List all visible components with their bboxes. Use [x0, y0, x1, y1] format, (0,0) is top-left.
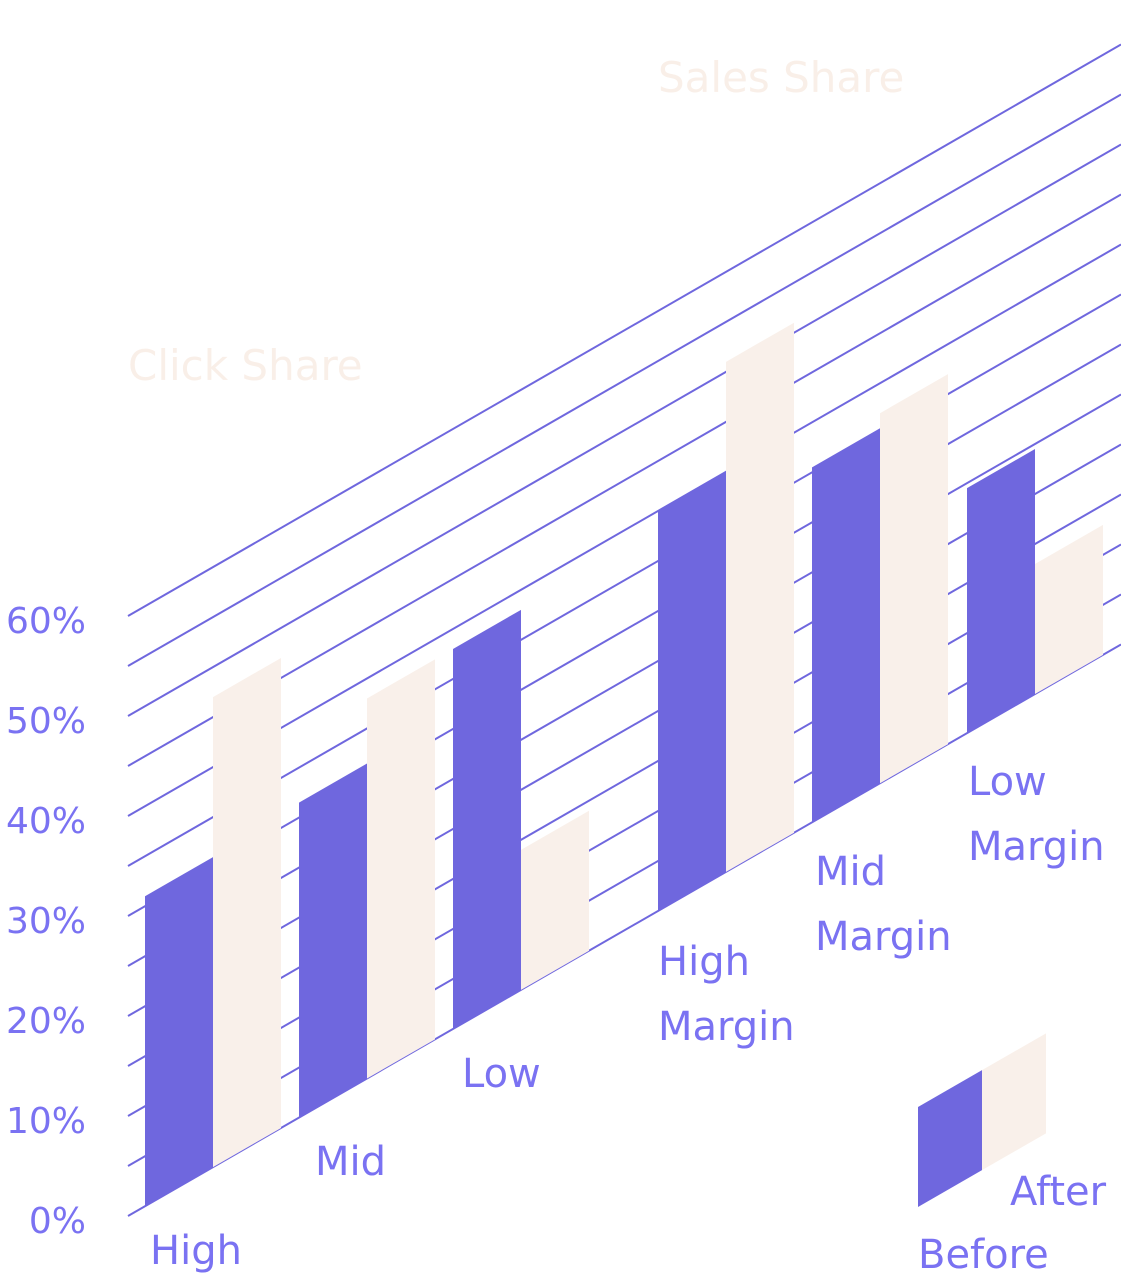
category-label: Margin	[815, 914, 952, 960]
bar-mid-after	[367, 659, 435, 1079]
legend-swatch-before	[918, 1070, 982, 1207]
category-labels: High Mid Low High Margin Mid Margin Low Margin	[150, 759, 1105, 1274]
legend-swatch-after	[982, 1033, 1046, 1171]
category-label: Low	[968, 759, 1047, 805]
category-label: High	[150, 1228, 242, 1274]
bar-high-margin-after	[726, 322, 794, 872]
isometric-bar-chart: 0% 10% 20% 30% 40% 50% 60% High Mid Low High Margi…	[6, 43, 1121, 1278]
bar-high-after	[213, 657, 281, 1168]
category-label: Mid	[315, 1139, 386, 1185]
category-label: High	[658, 939, 750, 985]
y-tick-label: 60%	[6, 601, 86, 642]
y-tick-label: 50%	[6, 701, 86, 742]
legend-label-after: After	[1010, 1169, 1107, 1215]
bar-mid-before	[299, 763, 367, 1118]
category-label: Low	[462, 1051, 541, 1097]
y-tick-label: 0%	[29, 1201, 86, 1242]
bar-low-before	[453, 609, 521, 1029]
y-tick-label: 30%	[6, 901, 86, 942]
panel-title-sales-share: Sales Share	[658, 53, 904, 102]
y-tick-label: 20%	[6, 1001, 86, 1042]
bar-low-margin-before	[967, 449, 1035, 734]
category-label: Margin	[658, 1004, 795, 1050]
bar-low-margin-after	[1035, 524, 1103, 695]
panel-title-click-share: Click Share	[128, 341, 363, 390]
legend-label-before: Before	[918, 1232, 1049, 1278]
legend: After Before	[918, 1033, 1107, 1278]
y-tick-label: 10%	[6, 1101, 86, 1142]
category-label: Mid	[815, 849, 886, 895]
bar-high-before	[145, 857, 213, 1207]
bar-high-margin-before	[658, 471, 726, 911]
category-label: Margin	[968, 824, 1105, 870]
bar-mid-margin-after	[880, 374, 948, 784]
bar-mid-margin-before	[812, 428, 880, 823]
y-axis-tick-labels: 0% 10% 20% 30% 40% 50% 60%	[6, 601, 86, 1242]
bar-low-after	[521, 810, 589, 990]
y-tick-label: 40%	[6, 801, 86, 842]
